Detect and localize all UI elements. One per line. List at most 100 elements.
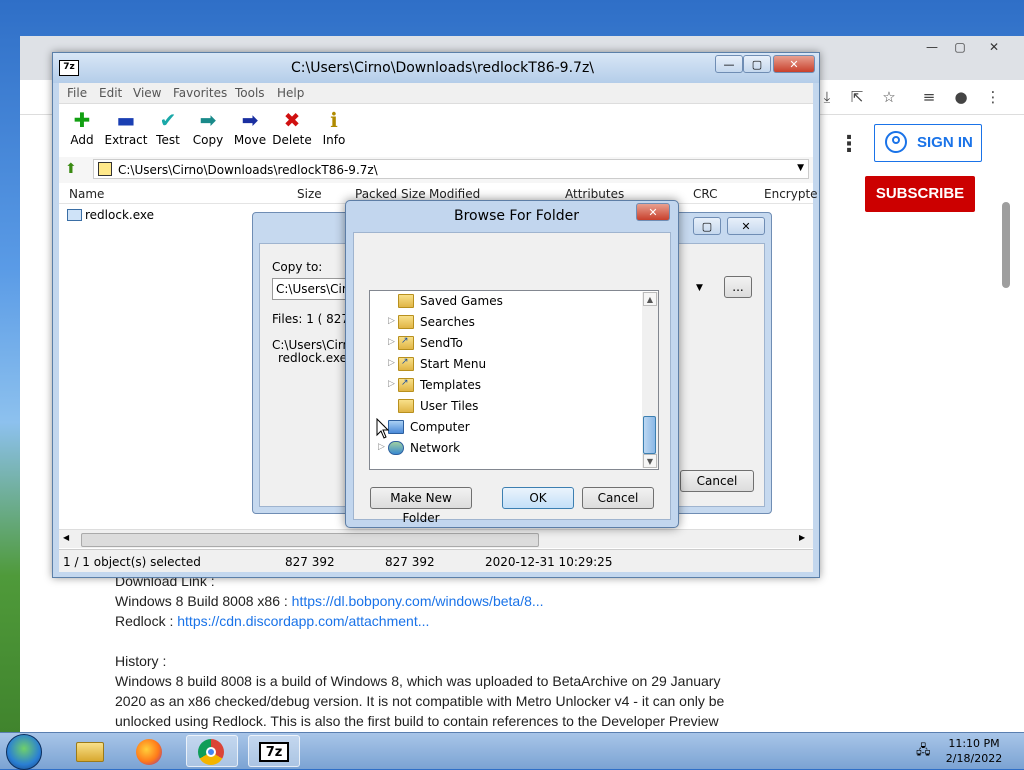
column-modified[interactable]: Modified	[429, 187, 480, 201]
scroll-right-icon[interactable]: ▶	[799, 533, 805, 542]
horizontal-scrollbar[interactable]: ◀ ▶	[59, 529, 813, 548]
history-line-1: Windows 8 build 8008 is a build of Windo…	[115, 673, 721, 689]
scrollbar-thumb[interactable]	[81, 533, 539, 547]
mouse-cursor-icon	[376, 418, 390, 439]
maximize-icon[interactable]: ▢	[946, 40, 974, 56]
browser-menu-icon[interactable]: ⋮	[982, 88, 1004, 110]
download-line-2: Redlock : https://cdn.discordapp.com/att…	[115, 613, 429, 629]
arrow-right-icon: ➡	[199, 108, 217, 132]
close-icon[interactable]: ✕	[636, 203, 670, 221]
browse-titlebar[interactable]: Browse For Folder ✕	[346, 201, 678, 229]
close-icon[interactable]: ✕	[773, 55, 815, 73]
status-size: 827 392	[285, 555, 335, 569]
page-scrollbar[interactable]	[1002, 202, 1010, 288]
tool-copy-button[interactable]: ➡ Copy	[185, 107, 231, 153]
shortcut-folder-icon	[398, 378, 414, 392]
files-info: Files: 1 ( 827	[272, 312, 350, 326]
tree-item-label: Start Menu	[420, 357, 487, 371]
download-line-1: Windows 8 Build 8008 x86 : https://dl.bo…	[115, 593, 544, 609]
scroll-up-icon[interactable]: ▲	[643, 292, 657, 306]
maximize-icon[interactable]: ▢	[693, 217, 721, 235]
copy-to-label: Copy to:	[272, 260, 323, 274]
tool-add-button[interactable]: ✚ Add	[59, 107, 105, 153]
tool-extract-button[interactable]: ▬ Extract	[103, 107, 149, 153]
ok-button[interactable]: OK	[502, 487, 574, 509]
minimize-icon[interactable]: —	[918, 40, 946, 56]
taskbar: 7z 🖧 11:10 PM 2/18/2022	[0, 732, 1024, 770]
profile-icon[interactable]: ●	[950, 88, 972, 110]
subscribe-button[interactable]: SUBSCRIBE	[865, 176, 975, 212]
sevenzip-icon: 7z	[259, 742, 289, 762]
status-modified: 2020-12-31 10:29:25	[485, 555, 613, 569]
scrollbar-thumb[interactable]	[643, 416, 656, 454]
firefox-taskbar-button[interactable]	[124, 735, 176, 767]
tool-move-button[interactable]: ➡ Move	[227, 107, 273, 153]
menu-help[interactable]: Help	[277, 86, 304, 100]
menu-favorites[interactable]: Favorites	[173, 86, 227, 100]
download-link-redlock[interactable]: https://cdn.discordapp.com/attachment...	[177, 613, 429, 629]
maximize-icon[interactable]: ▢	[743, 55, 771, 73]
expand-icon[interactable]: ▷	[388, 358, 395, 368]
playlist-icon[interactable]: ≡	[918, 88, 940, 110]
x-icon: ✖	[283, 108, 301, 132]
scroll-down-icon[interactable]: ▼	[643, 454, 657, 468]
column-attributes[interactable]: Attributes	[565, 187, 624, 201]
arrow-right-icon: ➡	[241, 108, 259, 132]
address-input[interactable]: C:\Users\Cirno\Downloads\redlockT86-9.7z…	[93, 159, 809, 179]
chevron-down-icon[interactable]: ▼	[797, 163, 804, 173]
folder-tree[interactable]: ▲ ▼ Saved Games ▷ Searches ▷ SendTo ▷ Start Me…	[369, 290, 659, 470]
sign-in-label: SIGN IN	[917, 134, 973, 151]
download-link-build[interactable]: https://dl.bobpony.com/windows/beta/8...	[292, 593, 544, 609]
sevenzip-titlebar[interactable]: 7z C:\Users\Cirno\Downloads\redlockT86-9…	[53, 53, 819, 83]
expand-icon[interactable]: ▷	[388, 316, 395, 326]
make-new-folder-button[interactable]: Make New Folder	[370, 487, 472, 525]
sevenzip-taskbar-button[interactable]: 7z	[248, 735, 300, 767]
minus-icon: ▬	[116, 108, 136, 132]
minimize-icon[interactable]: —	[715, 55, 743, 73]
chrome-taskbar-button[interactable]	[186, 735, 238, 767]
sign-in-button[interactable]: SIGN IN	[874, 124, 982, 162]
tree-scrollbar[interactable]: ▲ ▼	[642, 292, 658, 468]
menu-tools[interactable]: Tools	[235, 86, 265, 100]
browse-title: Browse For Folder	[454, 208, 580, 224]
status-bar: 1 / 1 object(s) selected 827 392 827 392…	[59, 549, 813, 572]
column-name[interactable]: Name	[69, 187, 104, 201]
archive-icon	[98, 162, 112, 176]
close-icon[interactable]: ✕	[727, 217, 765, 235]
tool-info-button[interactable]: ℹ Info	[311, 107, 357, 153]
menu-edit[interactable]: Edit	[99, 86, 122, 100]
tree-item-label: Searches	[420, 315, 475, 329]
chevron-down-icon[interactable]: ▼	[696, 283, 703, 293]
column-packed-size[interactable]: Packed Size	[355, 187, 426, 201]
history-line-3: unlocked using Redlock. This is also the…	[115, 713, 719, 729]
expand-icon[interactable]: ▷	[388, 337, 395, 347]
star-icon[interactable]: ☆	[878, 88, 900, 110]
scroll-left-icon[interactable]: ◀	[63, 533, 69, 542]
copy-to-input[interactable]: C:\Users\Cirno	[272, 278, 352, 300]
cancel-button[interactable]: Cancel	[582, 487, 654, 509]
network-tray-icon[interactable]: 🖧	[916, 741, 932, 758]
folder-icon	[76, 742, 104, 762]
history-label: History :	[115, 653, 167, 669]
sevenzip-app-icon: 7z	[59, 60, 79, 76]
explorer-taskbar-button[interactable]	[64, 735, 116, 767]
tool-delete-button[interactable]: ✖ Delete	[269, 107, 315, 153]
browse-for-folder-dialog: Browse For Folder ✕ ▲ ▼ Saved Games ▷ Sear…	[345, 200, 679, 528]
download-line-2-text: Redlock :	[115, 613, 178, 629]
browse-button[interactable]: ...	[724, 276, 752, 298]
more-options-icon[interactable]: ⋮	[838, 132, 860, 157]
column-crc[interactable]: CRC	[693, 187, 718, 201]
copy-cancel-button[interactable]: Cancel	[680, 470, 754, 492]
start-button[interactable]	[6, 734, 42, 770]
folder-up-icon[interactable]: ⬆	[65, 161, 83, 179]
expand-icon[interactable]: ▷	[388, 379, 395, 389]
column-encrypted[interactable]: Encrypte	[764, 187, 818, 201]
menu-file[interactable]: File	[67, 86, 87, 100]
share-icon[interactable]: ⇱	[846, 88, 868, 110]
clock[interactable]: 11:10 PM 2/18/2022	[944, 736, 1004, 766]
chrome-icon	[198, 739, 224, 765]
column-size[interactable]: Size	[297, 187, 322, 201]
close-icon[interactable]: ✕	[980, 40, 1008, 56]
expand-icon[interactable]: ▷	[378, 442, 385, 452]
menu-view[interactable]: View	[133, 86, 161, 100]
